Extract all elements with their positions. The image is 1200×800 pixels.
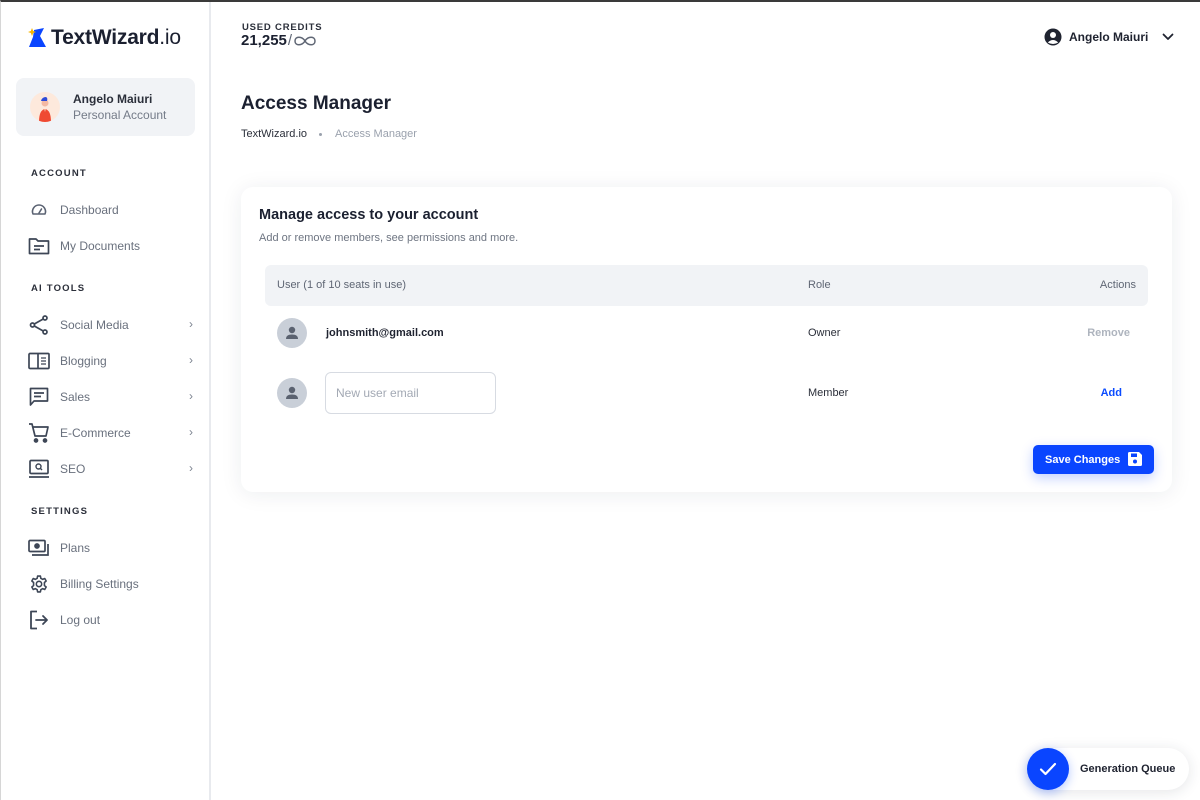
user-avatar-icon xyxy=(277,378,307,408)
sidebar-item-label: SEO xyxy=(60,462,86,476)
sidebar-item-label: Sales xyxy=(60,390,91,404)
card-title: Manage access to your account xyxy=(259,207,479,223)
sidebar-item-label: Social Media xyxy=(60,318,129,332)
chevron-right-icon: › xyxy=(189,425,193,439)
sidebar-item-seo[interactable]: SEO › xyxy=(27,456,197,482)
breadcrumb-separator xyxy=(319,132,323,136)
logo[interactable]: TextWizard.io xyxy=(27,26,181,50)
page-title: Access Manager xyxy=(241,93,391,114)
message-icon xyxy=(27,385,51,409)
user-role: Owner xyxy=(808,327,841,339)
section-title-account: ACCOUNT xyxy=(31,168,87,179)
generation-queue-button[interactable]: Generation Queue xyxy=(1027,748,1189,790)
sidebar-item-label: E-Commerce xyxy=(60,426,131,440)
save-icon xyxy=(1128,452,1142,466)
sidebar-item-log-out[interactable]: Log out xyxy=(27,607,197,633)
card-subtitle: Add or remove members, see permissions a… xyxy=(259,232,519,244)
logo-text: TextWizard.io xyxy=(51,26,181,49)
sidebar-item-dashboard[interactable]: Dashboard xyxy=(27,197,197,223)
column-header-role: Role xyxy=(808,279,831,291)
account-switcher[interactable]: Angelo Maiuri Personal Account xyxy=(16,78,195,136)
section-title-settings: SETTINGS xyxy=(31,506,89,517)
sidebar-item-billing-settings[interactable]: Billing Settings xyxy=(27,571,197,597)
article-icon xyxy=(27,349,51,373)
save-changes-label: Save Changes xyxy=(1045,453,1121,466)
sidebar-item-social-media[interactable]: Social Media › xyxy=(27,312,197,338)
chevron-right-icon: › xyxy=(189,461,193,475)
section-title-ai-tools: AI TOOLS xyxy=(31,283,86,294)
column-header-user: User (1 of 10 seats in use) xyxy=(277,279,407,291)
share-icon xyxy=(27,313,51,337)
new-user-role: Member xyxy=(808,387,849,399)
money-icon xyxy=(27,536,51,560)
user-menu-name: Angelo Maiuri xyxy=(1069,30,1149,44)
new-user-email-input[interactable] xyxy=(325,372,496,414)
remove-user-button[interactable]: Remove xyxy=(1087,327,1130,339)
infinity-icon xyxy=(294,36,316,45)
sidebar-item-e-commerce[interactable]: E-Commerce › xyxy=(27,420,197,446)
gear-icon xyxy=(27,572,51,596)
chevron-right-icon: › xyxy=(189,317,193,331)
laptop-search-icon xyxy=(27,457,51,481)
chevron-down-icon xyxy=(1162,33,1174,40)
sidebar-item-label: My Documents xyxy=(60,239,141,253)
sidebar-item-label: Log out xyxy=(60,613,101,627)
chevron-right-icon: › xyxy=(189,353,193,367)
table-row: johnsmith@gmail.com Owner Remove xyxy=(265,318,1148,348)
save-changes-button[interactable]: Save Changes xyxy=(1033,445,1154,474)
sidebar: TextWizard.io Angelo Maiuri Personal Acc… xyxy=(1,2,211,800)
credits-used: 21,255 xyxy=(241,32,287,49)
sidebar-item-my-documents[interactable]: My Documents xyxy=(27,233,197,259)
avatar xyxy=(30,92,60,122)
user-circle-icon xyxy=(1044,28,1062,46)
user-email: johnsmith@gmail.com xyxy=(326,327,444,339)
user-menu[interactable]: Angelo Maiuri xyxy=(1044,28,1174,46)
breadcrumb-home-link[interactable]: TextWizard.io xyxy=(241,128,307,140)
folder-icon xyxy=(27,234,51,258)
sidebar-item-sales[interactable]: Sales › xyxy=(27,384,197,410)
column-header-actions: Actions xyxy=(1099,279,1136,291)
sidebar-item-label: Dashboard xyxy=(60,203,119,217)
sidebar-item-blogging[interactable]: Blogging › xyxy=(27,348,197,374)
sidebar-item-label: Plans xyxy=(60,541,91,555)
dashboard-icon xyxy=(27,198,51,222)
new-user-row: Member Add xyxy=(265,372,1148,414)
sidebar-item-label: Billing Settings xyxy=(60,577,139,591)
chevron-right-icon: › xyxy=(189,389,193,403)
account-name: Angelo Maiuri xyxy=(73,91,153,106)
breadcrumb: TextWizard.io Access Manager xyxy=(241,128,417,140)
generation-queue-label: Generation Queue xyxy=(1080,763,1176,775)
cart-icon xyxy=(27,421,51,445)
sidebar-item-label: Blogging xyxy=(60,354,107,368)
breadcrumb-current: Access Manager xyxy=(335,128,417,140)
account-type: Personal Account xyxy=(73,107,167,122)
logout-icon xyxy=(27,608,51,632)
credits-value: 21,255 / xyxy=(241,32,318,49)
wizard-hat-icon xyxy=(28,28,46,47)
checkmark-icon xyxy=(1027,748,1069,790)
access-card: Manage access to your account Add or rem… xyxy=(241,187,1172,492)
sidebar-item-plans[interactable]: Plans xyxy=(27,535,197,561)
add-user-button[interactable]: Add xyxy=(1101,387,1122,399)
user-avatar-icon xyxy=(277,318,307,348)
table-header: User (1 of 10 seats in use) Role Actions xyxy=(265,265,1148,306)
